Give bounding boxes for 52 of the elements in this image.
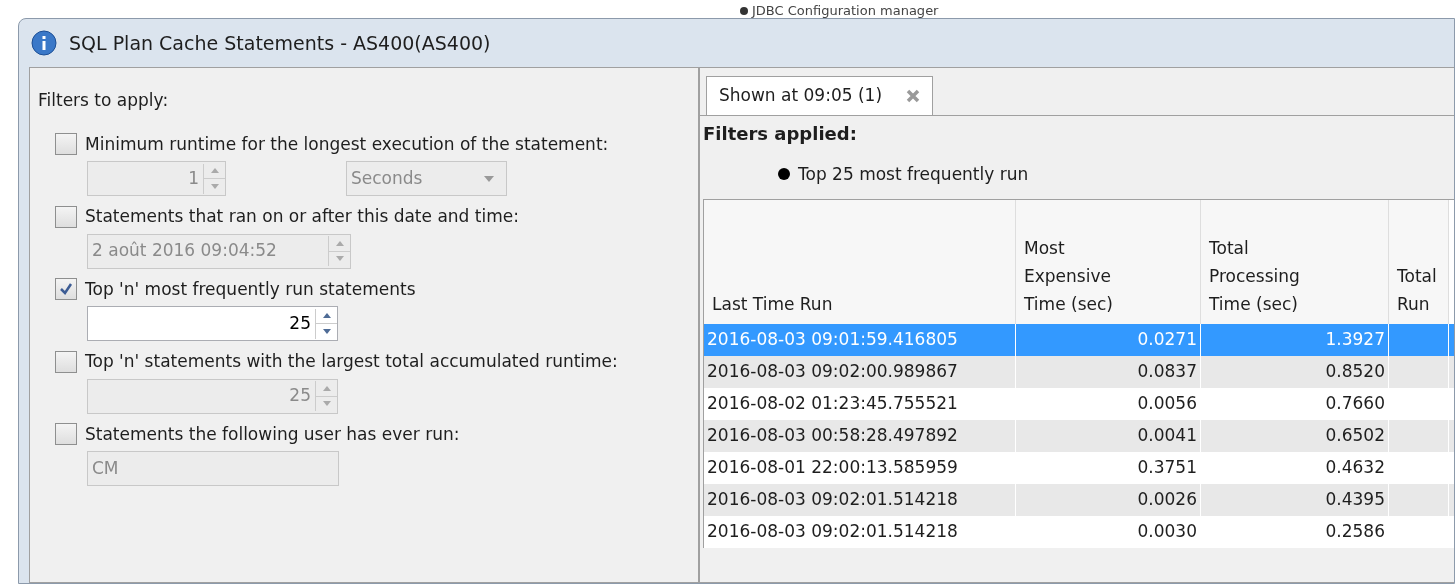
spin-buttons[interactable] — [315, 308, 337, 339]
applied-heading: Filters applied: — [703, 123, 857, 144]
caret-icon — [484, 175, 494, 182]
info-icon — [31, 30, 57, 56]
table-cell-text: 0.4395 — [1325, 488, 1385, 512]
table-cell-text: 2016-08-01 22:00:13.585959 — [707, 456, 958, 480]
column-header[interactable]: Total Run — [1389, 200, 1449, 324]
table-cell-text: 1.3927 — [1325, 328, 1385, 352]
table-cell-text: 0.4632 — [1325, 456, 1385, 480]
column-header[interactable]: Most Expensive Time (sec) — [1016, 200, 1201, 324]
checkbox[interactable] — [55, 205, 77, 228]
column-header[interactable]: Last Time Run — [704, 200, 1016, 324]
filter-label: Top 'n' statements with the largest total accumulated runtime: — [85, 350, 618, 373]
window-title: SQL Plan Cache Statements - AS400(AS400) — [69, 30, 491, 56]
checkbox[interactable] — [55, 133, 77, 156]
table-cell-text: 0.0271 — [1137, 328, 1197, 352]
table-row[interactable]: 2016-08-03 00:58:28.497892 0.0041 0.6502 — [704, 420, 1454, 452]
bullet-icon — [778, 168, 790, 181]
close-icon[interactable] — [906, 89, 920, 103]
bullet-icon — [740, 7, 748, 15]
filter-label: Statements the following user has ever run: — [85, 422, 460, 446]
results-tab[interactable]: Shown at 09:05 (1) — [706, 76, 933, 115]
checkbox[interactable] — [55, 423, 77, 446]
table-cell-text: 0.0837 — [1137, 360, 1197, 384]
filter-label: Top 'n' most frequently run statements — [85, 277, 416, 301]
table-cell-text: 2016-08-03 00:58:28.497892 — [707, 424, 958, 448]
table-cell-text: 0.6502 — [1325, 424, 1385, 448]
checkbox[interactable] — [55, 278, 77, 301]
table-row[interactable]: 2016-08-03 09:02:01.514218 0.0026 0.4395 — [704, 484, 1454, 516]
background-text: JDBC Configuration manager — [752, 4, 939, 18]
check-icon — [59, 282, 73, 297]
checkbox[interactable] — [55, 350, 77, 373]
number-spinner[interactable]: 25 — [87, 306, 338, 341]
table-cell-text: 2016-08-03 09:02:01.514218 — [707, 520, 958, 544]
table-cell-text: 0.0026 — [1137, 488, 1197, 512]
table-row[interactable]: 2016-08-03 09:02:00.989867 0.0837 0.8520 — [704, 356, 1454, 388]
table-cell-text: 0.7660 — [1325, 392, 1385, 416]
table-cell-text: 2016-08-03 09:02:00.989867 — [707, 360, 958, 384]
table-cell-text: 2016-08-03 09:02:01.514218 — [707, 488, 958, 512]
table-cell-text: 0.0056 — [1137, 392, 1197, 416]
filters-heading: Filters to apply: — [38, 89, 170, 112]
table-cell-text: 0.3751 — [1137, 456, 1197, 480]
table-cell-text: 0.0030 — [1137, 520, 1197, 544]
table-cell-text: 0.0041 — [1137, 424, 1197, 448]
table-cell-text: 2016-08-03 09:01:59.416805 — [707, 328, 958, 352]
filter-label: Statements that ran on or after this date and time: — [85, 205, 519, 228]
table-cell-text: 0.2586 — [1325, 520, 1385, 544]
applied-filter: Top 25 most frequently run — [798, 162, 1029, 186]
table-cell-text: 2016-08-02 01:23:45.755521 — [707, 392, 958, 416]
filter-label: Minimum runtime for the longest execution of the statement: — [85, 132, 609, 156]
column-header[interactable]: Total Processing Time (sec) — [1201, 200, 1389, 324]
table-cell-text: 0.8520 — [1325, 360, 1385, 384]
